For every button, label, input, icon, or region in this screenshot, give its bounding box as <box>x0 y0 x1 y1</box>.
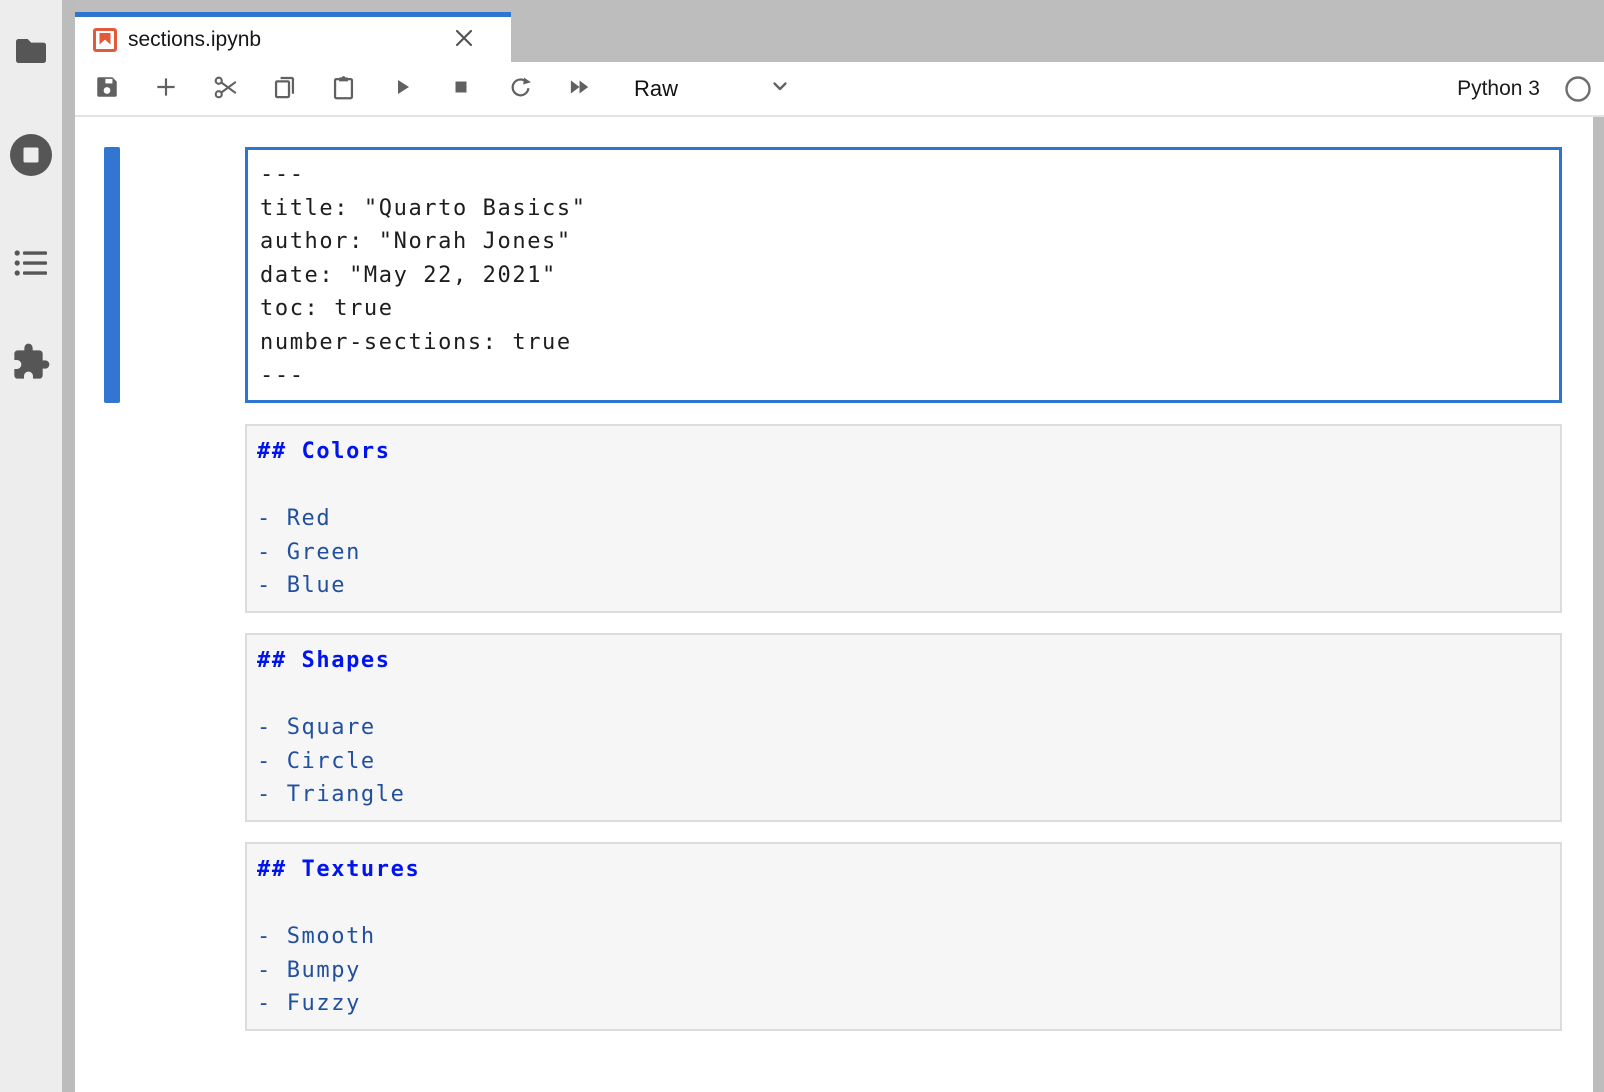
cell-type-value: Raw <box>634 76 678 102</box>
md-list-line: - Square <box>257 711 1550 745</box>
run-cell-button[interactable] <box>390 76 414 102</box>
code-line: author: "Norah Jones" <box>260 225 1547 259</box>
notebook-icon <box>93 28 117 52</box>
sidebar-item-table-of-contents[interactable] <box>0 231 62 297</box>
vertical-scrollbar[interactable] <box>1593 117 1604 1092</box>
save-button[interactable] <box>95 76 119 102</box>
list-icon <box>14 249 48 280</box>
chevron-down-icon <box>768 74 792 103</box>
md-list-line: - Red <box>257 502 1550 536</box>
notebook-toolbar: Raw Python 3 <box>75 62 1604 117</box>
tab-sections-ipynb[interactable]: sections.ipynb <box>75 12 511 62</box>
md-list-line: - Circle <box>257 745 1550 779</box>
copy-icon <box>271 74 298 104</box>
interrupt-kernel-button[interactable] <box>449 76 473 102</box>
md-list-line: - Triangle <box>257 778 1550 812</box>
md-list-line: - Blue <box>257 569 1550 603</box>
paste-icon <box>330 74 357 104</box>
copy-cells-button[interactable] <box>272 76 296 102</box>
activity-bar <box>0 0 62 1092</box>
md-heading-line: ## Shapes <box>257 644 1550 678</box>
code-line: --- <box>260 158 1547 192</box>
sidebar-splitter[interactable] <box>62 0 75 1092</box>
code-line: number-sections: true <box>260 326 1547 360</box>
md-heading-line: ## Textures <box>257 853 1550 887</box>
code-line: --- <box>260 359 1547 393</box>
plus-icon <box>153 74 179 103</box>
paste-cells-button[interactable] <box>331 76 355 102</box>
restart-icon <box>507 74 534 104</box>
close-icon <box>453 27 475 52</box>
restart-kernel-button[interactable] <box>508 76 532 102</box>
sidebar-item-file-browser[interactable] <box>0 19 62 85</box>
restart-run-all-button[interactable] <box>567 76 591 102</box>
kernel-idle-circle-icon <box>1564 75 1592 103</box>
folder-icon <box>13 36 49 69</box>
cut-icon <box>212 74 239 104</box>
puzzle-icon <box>11 342 51 385</box>
main-panel: sections.ipynb <box>75 0 1604 1092</box>
fast-forward-icon <box>566 74 592 103</box>
active-cell-collapser[interactable] <box>104 147 120 403</box>
raw-cell-yaml-frontmatter[interactable]: --- title: "Quarto Basics" author: "Nora… <box>245 147 1562 403</box>
running-icon <box>9 133 53 180</box>
stop-icon <box>449 75 473 102</box>
md-blank-line <box>257 469 1550 503</box>
cell-type-dropdown[interactable]: Raw <box>634 74 792 103</box>
md-list-line: - Green <box>257 536 1550 570</box>
save-icon <box>94 74 120 103</box>
tab-title: sections.ipynb <box>128 28 261 52</box>
cut-cells-button[interactable] <box>213 76 237 102</box>
kernel-name: Python 3 <box>1457 77 1540 101</box>
code-line: title: "Quarto Basics" <box>260 192 1547 226</box>
md-blank-line <box>257 887 1550 921</box>
markdown-cell-textures[interactable]: ## Textures - Smooth - Bumpy - Fuzzy <box>245 842 1562 1031</box>
notebook-scroll-area: --- title: "Quarto Basics" author: "Nora… <box>75 117 1604 1092</box>
md-blank-line <box>257 678 1550 712</box>
code-line: toc: true <box>260 292 1547 326</box>
code-line: date: "May 22, 2021" <box>260 259 1547 293</box>
run-icon <box>390 75 414 102</box>
md-list-line: - Fuzzy <box>257 987 1550 1021</box>
tab-bar: sections.ipynb <box>75 0 1604 62</box>
insert-cell-button[interactable] <box>154 76 178 102</box>
md-list-line: - Bumpy <box>257 954 1550 988</box>
sidebar-item-running-sessions[interactable] <box>0 123 62 189</box>
kernel-indicator[interactable]: Python 3 <box>1457 75 1592 103</box>
tab-close-button[interactable] <box>451 25 477 54</box>
markdown-cell-shapes[interactable]: ## Shapes - Square - Circle - Triangle <box>245 633 1562 822</box>
md-list-line: - Smooth <box>257 920 1550 954</box>
markdown-cell-colors[interactable]: ## Colors - Red - Green - Blue <box>245 424 1562 613</box>
md-heading-line: ## Colors <box>257 435 1550 469</box>
sidebar-item-extension-manager[interactable] <box>0 330 62 396</box>
